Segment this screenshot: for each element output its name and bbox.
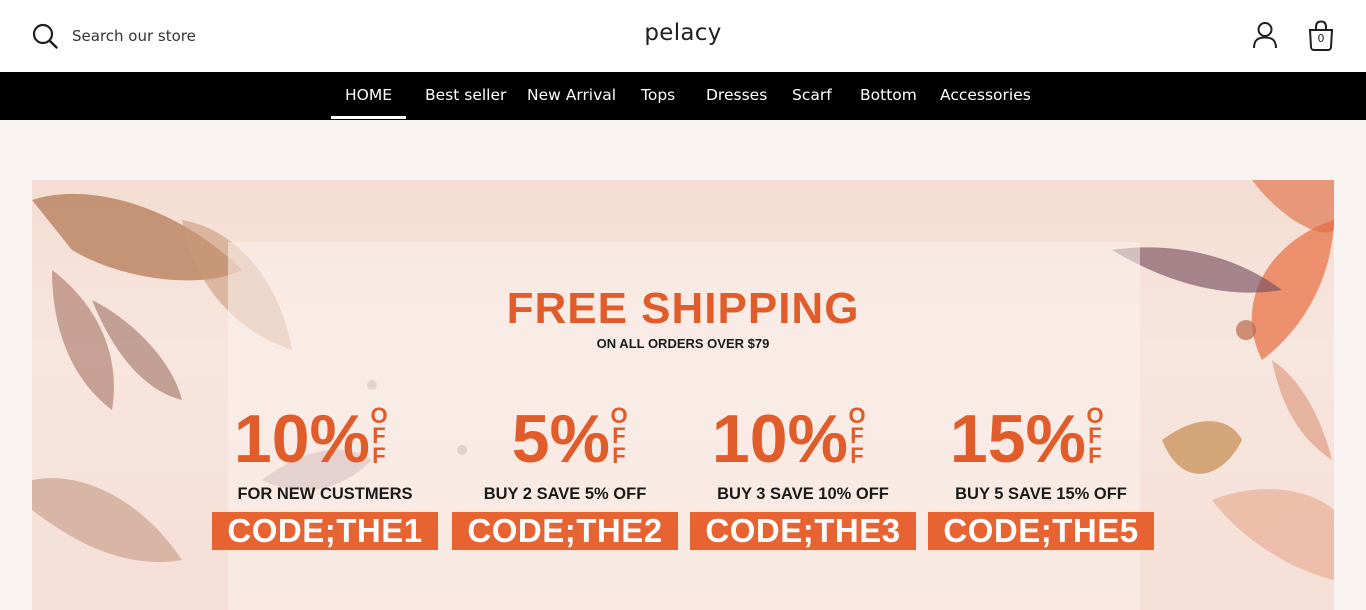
offer-off-label: OFF xyxy=(1086,403,1104,468)
nav-item-accessories[interactable]: Accessories xyxy=(940,72,1031,120)
free-shipping-subtitle: ON ALL ORDERS OVER $79 xyxy=(596,336,770,351)
main-navigation: HOME Best seller New Arrival Tops Dresse… xyxy=(0,72,1366,120)
offer-new-customers: 10% OFF FOR NEW CUSTMERS CODE;THE1 xyxy=(210,404,440,554)
offer-off-label: OFF xyxy=(610,403,628,468)
free-shipping-title: FREE SHIPPING xyxy=(506,284,860,333)
nav-item-bottom[interactable]: Bottom xyxy=(860,72,917,120)
offer-buy-3: 10% OFF BUY 3 SAVE 10% OFF CODE;THE3 xyxy=(688,404,918,554)
offer-off-label: OFF xyxy=(370,403,388,468)
offer-percent: 5% xyxy=(511,401,610,477)
nav-item-best-seller[interactable]: Best seller xyxy=(425,72,506,120)
store-logo[interactable]: pelacy xyxy=(0,20,1366,46)
nav-item-dresses[interactable]: Dresses xyxy=(706,72,767,120)
offer-code: CODE;THE5 xyxy=(928,512,1154,550)
offer-code: CODE;THE1 xyxy=(212,512,438,550)
cart-count-badge: 0 xyxy=(1317,32,1325,45)
offer-buy-5: 15% OFF BUY 5 SAVE 15% OFF CODE;THE5 xyxy=(926,404,1156,554)
cart-button[interactable]: 0 xyxy=(1306,20,1336,52)
offer-code: CODE;THE2 xyxy=(452,512,678,550)
offer-description: BUY 2 SAVE 5% OFF xyxy=(483,485,647,503)
site-header: Search our store pelacy 0 xyxy=(0,0,1366,72)
offer-buy-2: 5% OFF BUY 2 SAVE 5% OFF CODE;THE2 xyxy=(450,404,680,554)
nav-item-tops[interactable]: Tops xyxy=(641,72,675,120)
promo-banner[interactable]: FREE SHIPPING ON ALL ORDERS OVER $79 10%… xyxy=(32,180,1334,610)
offer-code: CODE;THE3 xyxy=(690,512,916,550)
offer-percent: 10% xyxy=(711,401,848,477)
offer-off-label: OFF xyxy=(848,403,866,468)
offer-description: BUY 3 SAVE 10% OFF xyxy=(717,485,889,503)
account-icon[interactable] xyxy=(1251,21,1279,53)
offer-percent: 15% xyxy=(949,401,1086,477)
nav-item-home[interactable]: HOME xyxy=(330,72,407,120)
offer-description: FOR NEW CUSTMERS xyxy=(237,485,413,503)
offer-percent: 10% xyxy=(233,401,370,477)
offer-description: BUY 5 SAVE 15% OFF xyxy=(955,485,1127,503)
nav-item-scarf[interactable]: Scarf xyxy=(792,72,832,120)
nav-item-new-arrival[interactable]: New Arrival xyxy=(527,72,616,120)
